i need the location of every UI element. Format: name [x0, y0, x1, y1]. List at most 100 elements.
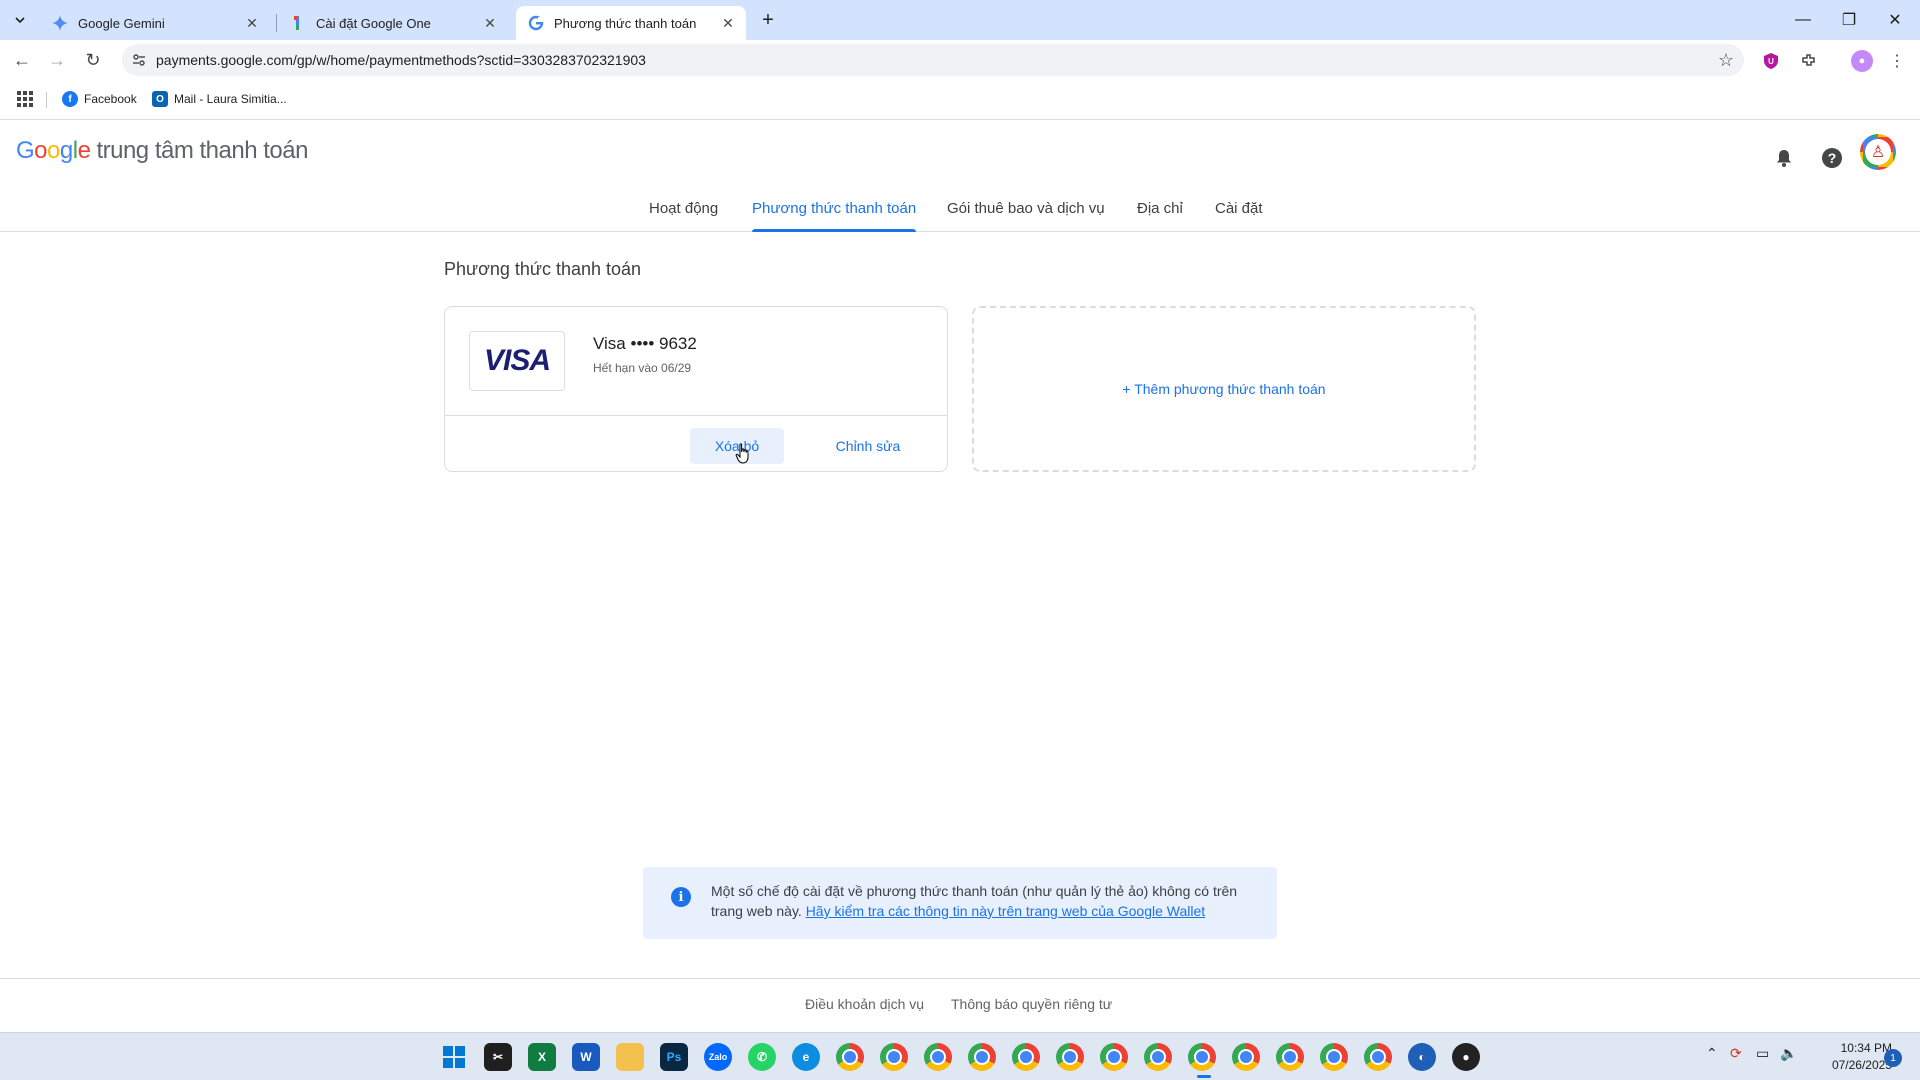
chrome-icon[interactable]	[836, 1043, 864, 1071]
zalo-icon[interactable]: Zalo	[704, 1043, 732, 1071]
tab-subscriptions[interactable]: Gói thuê bao và dịch vụ	[947, 200, 1105, 232]
google-icon	[528, 15, 544, 31]
chrome-icon[interactable]	[1364, 1043, 1392, 1071]
divider	[46, 92, 47, 108]
bookmark-mail[interactable]: O Mail - Laura Simitia...	[152, 91, 287, 107]
word-icon[interactable]: W	[572, 1043, 600, 1071]
tab-settings[interactable]: Cài đặt	[1215, 200, 1263, 232]
apps-grid-icon[interactable]	[17, 91, 33, 107]
add-payment-method-label: + Thêm phương thức thanh toán	[1122, 381, 1326, 397]
windows-start-icon[interactable]	[440, 1043, 468, 1071]
display-icon[interactable]: ▭	[1756, 1045, 1769, 1062]
visa-logo: VISA	[469, 331, 565, 391]
bookmark-star-icon[interactable]: ☆	[1718, 50, 1734, 71]
logo-letter: o	[47, 137, 60, 164]
google-wallet-link[interactable]: Hãy kiểm tra các thông tin này trên tran…	[806, 903, 1205, 919]
outlook-icon: O	[152, 91, 168, 107]
site-info-icon[interactable]	[130, 51, 148, 69]
chrome-icon[interactable]	[880, 1043, 908, 1071]
help-button[interactable]: ?	[1818, 144, 1846, 172]
new-tab-button[interactable]: +	[756, 8, 780, 32]
hand-cursor-icon	[735, 443, 749, 464]
photoshop-icon[interactable]: Ps	[660, 1043, 688, 1071]
shield-extension-icon[interactable]: U	[1760, 50, 1782, 72]
url-text: payments.google.com/gp/w/home/paymentmet…	[156, 52, 646, 68]
person-icon: ♙	[1865, 139, 1891, 165]
tab-payment-methods[interactable]: Phương thức thanh toán	[752, 200, 917, 232]
chrome-icon[interactable]	[924, 1043, 952, 1071]
restore-button[interactable]: ❐	[1826, 6, 1872, 34]
chevron-up-icon[interactable]: ⌃	[1706, 1045, 1718, 1062]
chrome-icon[interactable]	[1188, 1043, 1216, 1071]
chrome-icon[interactable]	[1056, 1043, 1084, 1071]
close-icon[interactable]: ✕	[718, 13, 738, 33]
notification-badge[interactable]: 1	[1884, 1049, 1902, 1067]
chrome-icon[interactable]	[1100, 1043, 1128, 1071]
chrome-icon[interactable]	[1232, 1043, 1260, 1071]
add-payment-method-button[interactable]: + Thêm phương thức thanh toán	[972, 306, 1476, 472]
reload-button[interactable]: ↻	[81, 48, 105, 72]
bookmark-facebook[interactable]: f Facebook	[62, 91, 137, 107]
gemini-icon	[52, 15, 68, 31]
chrome-icon[interactable]	[968, 1043, 996, 1071]
reload-icon: ↻	[85, 49, 101, 70]
chrome-icon[interactable]	[1144, 1043, 1172, 1071]
address-bar[interactable]: payments.google.com/gp/w/home/paymentmet…	[122, 44, 1744, 76]
whatsapp-icon[interactable]: ✆	[748, 1043, 776, 1071]
page-footer: Điều khoản dịch vụ Thông báo quyền riêng…	[0, 978, 1920, 1032]
svg-text:U: U	[1768, 57, 1774, 66]
close-icon: ✕	[1888, 12, 1902, 29]
notice-text: Một số chế độ cài đặt về phương thức tha…	[711, 881, 1259, 921]
volume-icon[interactable]: 🔈	[1780, 1045, 1797, 1062]
close-icon[interactable]: ✕	[242, 13, 262, 33]
extensions-icon[interactable]	[1798, 50, 1820, 72]
windows-taskbar: ✂ X W Ps Zalo ✆ e ◐ ● ⌃ ⟳ ▭ 🔈 10:34 PM 0…	[0, 1032, 1920, 1080]
browser-toolbar: ← → ↻ payments.google.com/gp/w/home/paym…	[0, 40, 1920, 80]
close-icon[interactable]: ✕	[480, 13, 500, 33]
bell-icon	[1777, 150, 1791, 167]
edit-button[interactable]: Chỉnh sửa	[821, 428, 915, 464]
arrow-right-icon: →	[48, 49, 66, 70]
privacy-notice-link[interactable]: Thông báo quyền riêng tư	[951, 996, 1112, 1012]
active-app-indicator	[1197, 1075, 1211, 1078]
minimize-button[interactable]: —	[1780, 6, 1826, 34]
bookmark-label: Facebook	[84, 92, 137, 106]
divider	[445, 415, 947, 416]
google-payments-logo[interactable]: Google trung tâm thanh toán	[16, 137, 308, 165]
help-icon: ?	[1822, 148, 1842, 168]
back-button[interactable]: ←	[10, 48, 34, 72]
tab-activity[interactable]: Hoạt động	[649, 200, 718, 232]
tab-addresses[interactable]: Địa chỉ	[1137, 200, 1183, 232]
terms-of-service-link[interactable]: Điều khoản dịch vụ	[805, 996, 924, 1012]
card-expiry: Hết hạn vào 06/29	[593, 361, 692, 375]
capcut-icon[interactable]: ✂	[484, 1043, 512, 1071]
app-icon[interactable]: ●	[1452, 1043, 1480, 1071]
tab-divider	[276, 14, 277, 32]
product-name: trung tâm thanh toán	[96, 137, 308, 164]
file-explorer-icon[interactable]	[616, 1043, 644, 1071]
tab-search-button[interactable]	[8, 8, 32, 32]
excel-icon[interactable]: X	[528, 1043, 556, 1071]
notifications-button[interactable]	[1770, 144, 1798, 172]
chrome-icon[interactable]	[1276, 1043, 1304, 1071]
chrome-icon[interactable]	[1320, 1043, 1348, 1071]
profile-avatar-icon[interactable]: ●	[1851, 50, 1873, 72]
account-avatar[interactable]: ♙	[1860, 134, 1896, 170]
system-clock[interactable]: 10:34 PM 07/26/2025	[1816, 1040, 1892, 1074]
google-one-icon	[290, 15, 306, 31]
chrome-icon[interactable]	[1012, 1043, 1040, 1071]
browser-tab-gemini[interactable]: Google Gemini ✕	[40, 6, 270, 40]
edge-icon[interactable]: e	[792, 1043, 820, 1071]
forward-button[interactable]: →	[45, 48, 69, 72]
minimize-icon: —	[1795, 11, 1811, 28]
window-close-button[interactable]: ✕	[1872, 6, 1918, 34]
browser-menu-icon[interactable]: ⋮	[1886, 50, 1908, 72]
person-icon: ●	[1858, 55, 1866, 67]
info-notice: i Một số chế độ cài đặt về phương thức t…	[643, 867, 1277, 939]
logo-letter: G	[16, 137, 35, 164]
sync-icon[interactable]: ⟳	[1730, 1045, 1742, 1062]
browser-tab-payment-methods[interactable]: Phương thức thanh toán ✕	[516, 6, 746, 40]
logo-letter: g	[59, 137, 73, 164]
browser-tab-google-one[interactable]: Cài đặt Google One ✕	[278, 6, 508, 40]
messenger-icon[interactable]: ◐	[1408, 1043, 1436, 1071]
